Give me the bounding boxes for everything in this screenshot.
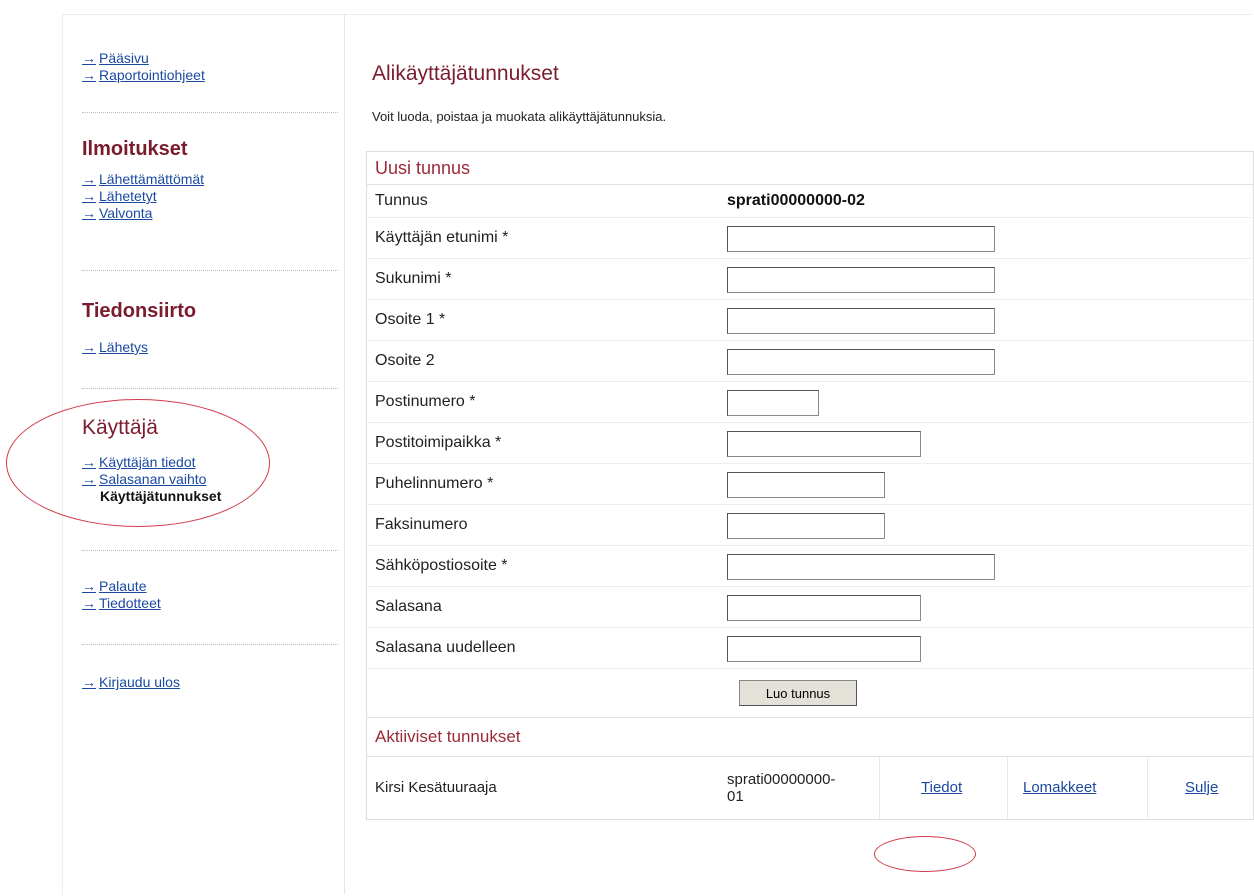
phone-input[interactable]	[727, 472, 885, 498]
active-users-title: Aktiiviset tunnukset	[367, 718, 1253, 757]
last-name-input[interactable]	[727, 267, 995, 293]
form-row-tunnus: Tunnus sprati00000000-02	[367, 185, 1253, 218]
sidebar-link-palaute[interactable]: → Palaute	[82, 578, 338, 595]
field-label: Puhelinnumero *	[375, 475, 494, 492]
page-title: Alikäyttäjätunnukset	[372, 62, 559, 85]
sidebar-section-ilmoitukset: Ilmoitukset → Lähettämättömät → Lähetetyt …	[82, 138, 338, 222]
form-row: Postinumero *	[367, 382, 1253, 423]
annotation-circle	[874, 836, 976, 872]
email-input[interactable]	[727, 554, 995, 580]
form-section-title: Uusi tunnus	[367, 152, 1253, 185]
form-row: Salasana uudelleen	[367, 628, 1253, 669]
form-row: Salasana	[367, 587, 1253, 628]
sidebar-link-paasivu[interactable]: → Pääsivu	[82, 50, 338, 67]
sidebar-link-lahetys[interactable]: → Lähetys	[82, 339, 338, 356]
logout-link[interactable]: → Kirjaudu ulos	[82, 674, 338, 691]
field-label: Sukunimi *	[375, 270, 452, 287]
active-user-id: sprati00000000- 01	[727, 771, 836, 805]
sidebar-link-lahettamattomat[interactable]: → Lähettämättömät	[82, 171, 338, 188]
password-confirm-input[interactable]	[727, 636, 921, 662]
form-row: Osoite 1 *	[367, 300, 1253, 341]
form-row: Puhelinnumero *	[367, 464, 1253, 505]
sidebar-link-raportointiohjeet[interactable]: → Raportointiohjeet	[82, 67, 338, 84]
sidebar-divider	[82, 644, 338, 645]
field-label: Osoite 1 *	[375, 311, 446, 328]
address1-input[interactable]	[727, 308, 995, 334]
cell-divider	[1007, 757, 1008, 819]
sidebar-divider	[82, 388, 338, 389]
sidebar-bottom-links: → Palaute → Tiedotteet	[82, 578, 338, 612]
field-label: Salasana	[375, 598, 442, 615]
table-row: Kirsi Kesätuuraaja sprati00000000- 01 Ti…	[367, 757, 1253, 819]
sidebar-link-valvonta[interactable]: → Valvonta	[82, 205, 338, 222]
cell-divider	[879, 757, 880, 819]
field-label: Tunnus	[375, 192, 428, 209]
new-user-form: Uusi tunnus Tunnus sprati00000000-02 Käy…	[366, 151, 1254, 820]
field-label: Postinumero *	[375, 393, 476, 410]
cell-divider	[1147, 757, 1148, 819]
fax-input[interactable]	[727, 513, 885, 539]
arrow-right-icon: →	[82, 188, 96, 204]
field-label: Postitoimipaikka *	[375, 434, 502, 451]
form-row: Postitoimipaikka *	[367, 423, 1253, 464]
info-link[interactable]: Tiedot	[921, 757, 962, 819]
password-input[interactable]	[727, 595, 921, 621]
sidebar-heading: Tiedonsiirto	[82, 300, 197, 322]
form-submit-row: Luo tunnus	[367, 669, 1253, 718]
field-label: Sähköpostiosoite *	[375, 557, 508, 574]
sidebar-divider	[82, 112, 338, 113]
arrow-right-icon: →	[82, 50, 96, 66]
sidebar-section-tiedonsiirto: Tiedonsiirto → Lähetys	[82, 300, 338, 356]
sidebar-logout-section: → Kirjaudu ulos	[82, 674, 338, 691]
form-row: Sukunimi *	[367, 259, 1253, 300]
sidebar-heading: Ilmoitukset	[82, 138, 188, 160]
close-link[interactable]: Sulje	[1185, 757, 1218, 819]
active-user-name: Kirsi Kesätuuraaja	[375, 779, 497, 796]
annotation-circle	[6, 399, 270, 527]
arrow-right-icon: →	[82, 339, 96, 355]
field-label: Osoite 2	[375, 352, 435, 369]
sidebar-link-tiedotteet[interactable]: → Tiedotteet	[82, 595, 338, 612]
tunnus-value: sprati00000000-02	[727, 192, 865, 209]
form-row: Faksinumero	[367, 505, 1253, 546]
sidebar-divider	[82, 550, 338, 551]
city-input[interactable]	[727, 431, 921, 457]
arrow-right-icon: →	[82, 595, 96, 611]
arrow-right-icon: →	[82, 171, 96, 187]
first-name-input[interactable]	[727, 226, 995, 252]
postal-code-input[interactable]	[727, 390, 819, 416]
field-label: Salasana uudelleen	[375, 639, 516, 656]
form-row: Käyttäjän etunimi *	[367, 218, 1253, 259]
sidebar-link-lahetetyt[interactable]: → Lähetetyt	[82, 188, 338, 205]
form-row: Sähköpostiosoite *	[367, 546, 1253, 587]
arrow-right-icon: →	[82, 205, 96, 221]
sidebar-top-links: → Pääsivu → Raportointiohjeet	[82, 50, 338, 84]
forms-link[interactable]: Lomakkeet	[1023, 757, 1096, 819]
form-row: Osoite 2	[367, 341, 1253, 382]
create-user-button[interactable]: Luo tunnus	[739, 680, 857, 706]
field-label: Käyttäjän etunimi *	[375, 229, 509, 246]
page-intro: Voit luoda, poistaa ja muokata alikäyttä…	[372, 109, 667, 124]
arrow-right-icon: →	[82, 67, 96, 83]
arrow-right-icon: →	[82, 578, 96, 594]
address2-input[interactable]	[727, 349, 995, 375]
field-label: Faksinumero	[375, 516, 468, 533]
sidebar-divider	[82, 270, 338, 271]
arrow-right-icon: →	[82, 674, 96, 690]
